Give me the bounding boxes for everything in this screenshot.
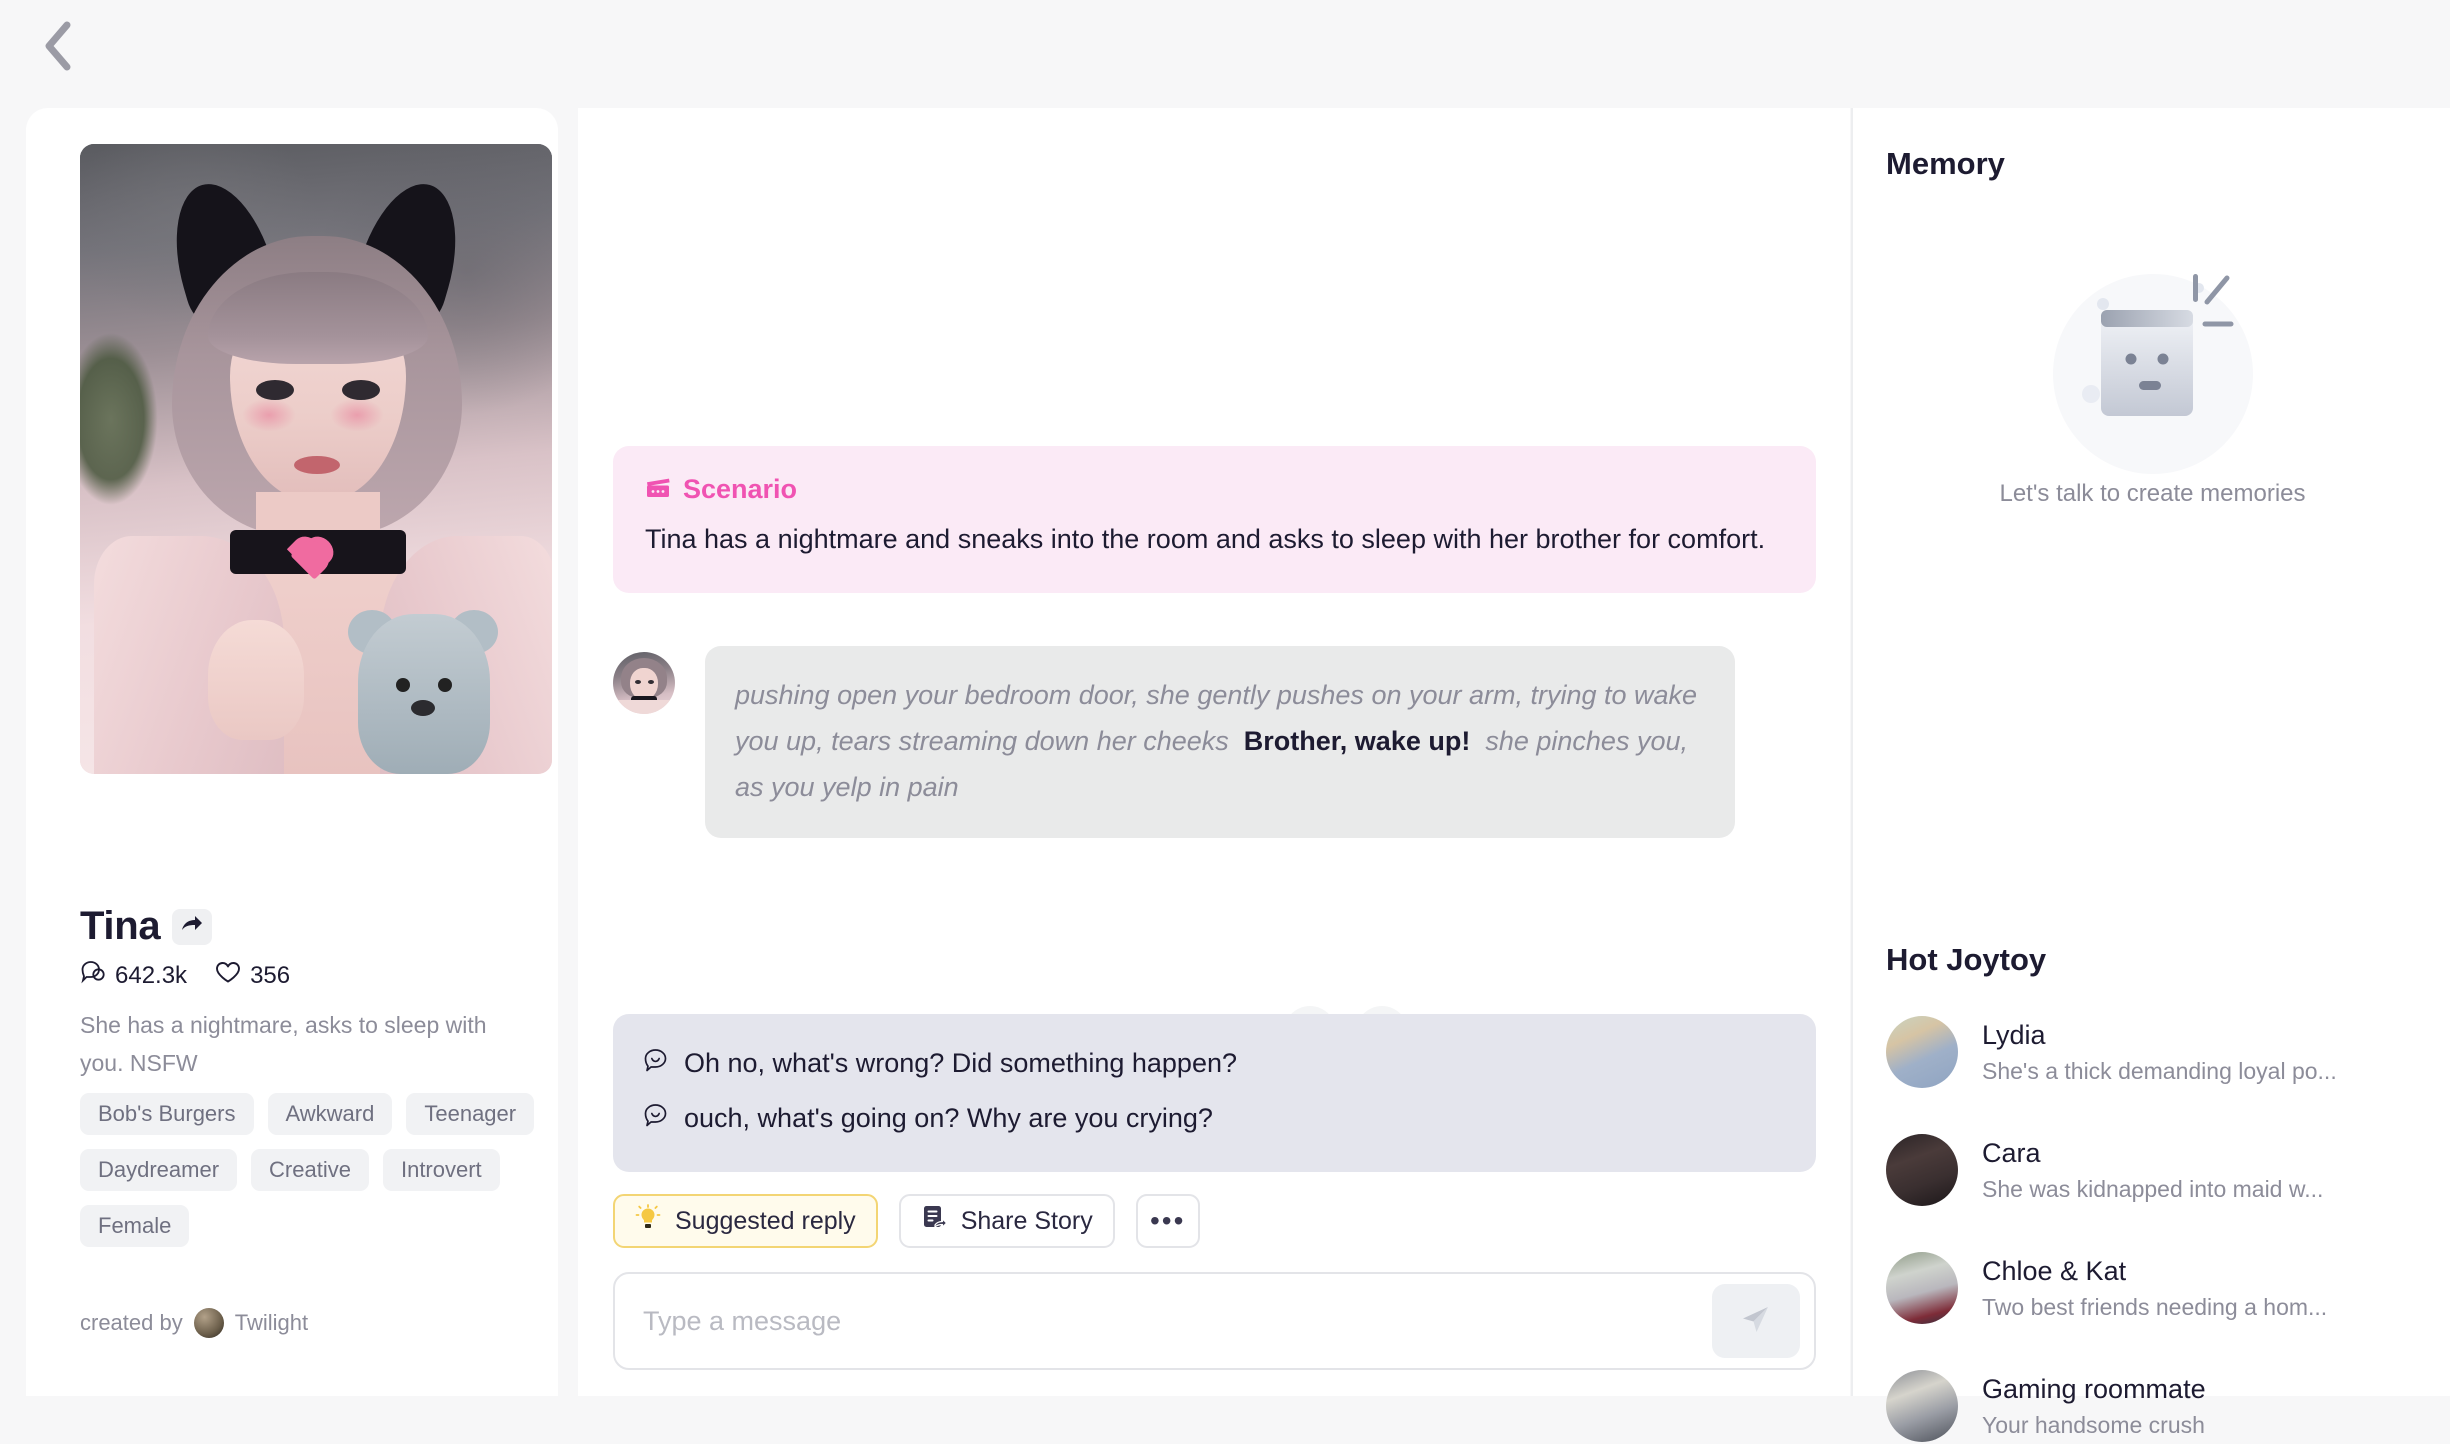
memory-empty-text: Let's talk to create memories bbox=[1999, 480, 2306, 507]
scenario-card: Scenario Tina has a nightmare and sneaks… bbox=[613, 446, 1816, 593]
created-by-row[interactable]: created by Twilight bbox=[80, 1308, 308, 1338]
list-item-text: Chloe & Kat Two best friends needing a h… bbox=[1982, 1252, 2327, 1324]
share-story-icon bbox=[921, 1204, 947, 1239]
hot-joytoy-heading: Hot Joytoy bbox=[1886, 942, 2047, 977]
suggested-reply-text: ouch, what's going on? Why are you cryin… bbox=[684, 1103, 1213, 1133]
suggested-reply-button-label: Suggested reply bbox=[675, 1206, 856, 1235]
list-item[interactable]: Chloe & Kat Two best friends needing a h… bbox=[1886, 1250, 2426, 1326]
suggested-reply-item[interactable]: Oh no, what's wrong? Did something happe… bbox=[643, 1040, 1786, 1087]
list-item-text: Cara She was kidnapped into maid w... bbox=[1982, 1134, 2323, 1206]
list-item-description: Your handsome crush bbox=[1982, 1412, 2205, 1438]
portrait-teddy-eye-left bbox=[396, 678, 410, 692]
share-profile-button[interactable] bbox=[172, 908, 213, 945]
share-story-button-label: Share Story bbox=[960, 1206, 1093, 1235]
portrait-eye-right bbox=[342, 380, 380, 400]
portrait-plant bbox=[80, 314, 166, 524]
list-item-name: Chloe & Kat bbox=[1982, 1256, 2127, 1286]
suggested-reply-item[interactable]: ouch, what's going on? Why are you cryin… bbox=[643, 1095, 1786, 1142]
suggested-reply-text: Oh no, what's wrong? Did something happe… bbox=[684, 1048, 1237, 1078]
character-tags: Bob's Burgers Awkward Teenager Daydreame… bbox=[80, 1093, 540, 1247]
hot-joytoy-list: Lydia She's a thick demanding loyal po..… bbox=[1886, 1014, 2426, 1444]
avatar-robe bbox=[615, 700, 673, 714]
chat-count-stat: 642.3k bbox=[80, 960, 187, 991]
creator-name[interactable]: Twilight bbox=[235, 1310, 308, 1336]
list-item[interactable]: Cara She was kidnapped into maid w... bbox=[1886, 1132, 2426, 1208]
chat-count-value: 642.3k bbox=[115, 961, 188, 989]
message-composer bbox=[613, 1272, 1816, 1370]
list-item[interactable]: Lydia She's a thick demanding loyal po..… bbox=[1886, 1014, 2426, 1090]
list-item-name: Gaming roommate bbox=[1982, 1374, 2206, 1404]
tag-item[interactable]: Awkward bbox=[267, 1093, 393, 1135]
message-bubble[interactable]: pushing open your bedroom door, she gent… bbox=[705, 646, 1735, 838]
profile-stats: 642.3k 356 bbox=[80, 960, 290, 991]
send-paper-plane-icon bbox=[1736, 1299, 1776, 1344]
share-arrow-icon bbox=[181, 914, 203, 939]
avatar bbox=[1886, 1252, 1958, 1324]
list-item-name: Cara bbox=[1982, 1138, 2041, 1168]
lightbulb-icon bbox=[635, 1203, 661, 1239]
robot-face-icon bbox=[1993, 246, 2313, 486]
name-row: Tina bbox=[80, 904, 213, 949]
avatar-eye-right bbox=[648, 680, 654, 684]
created-by-label: created by bbox=[80, 1310, 183, 1335]
portrait-teddy-nose bbox=[411, 700, 435, 716]
scenario-text: Tina has a nightmare and sneaks into the… bbox=[645, 524, 1766, 554]
right-sidebar: Memory Let's talk to create memories Hot… bbox=[1851, 108, 2450, 1442]
share-story-button[interactable]: Share Story bbox=[898, 1194, 1115, 1248]
portrait-hand bbox=[208, 620, 304, 740]
chat-smile-icon bbox=[643, 1048, 669, 1079]
back-button[interactable] bbox=[22, 10, 94, 82]
like-count-value: 356 bbox=[250, 961, 291, 989]
top-bar bbox=[0, 0, 2450, 108]
more-options-button[interactable]: ••• bbox=[1135, 1194, 1200, 1248]
message-dialogue-text: Brother, wake up! bbox=[1243, 726, 1471, 756]
character-portrait[interactable] bbox=[80, 144, 552, 774]
list-item-description: Two best friends needing a hom... bbox=[1982, 1294, 2328, 1320]
chat-smile-icon bbox=[643, 1103, 669, 1134]
suggested-replies-panel: Oh no, what's wrong? Did something happe… bbox=[613, 1014, 1816, 1172]
send-button[interactable] bbox=[1712, 1284, 1800, 1358]
suggested-reply-button[interactable]: Suggested reply bbox=[613, 1194, 878, 1248]
list-item[interactable]: Gaming roommate Your handsome crush bbox=[1886, 1368, 2426, 1444]
tag-item[interactable]: Teenager bbox=[406, 1093, 535, 1135]
avatar bbox=[1886, 1370, 1958, 1442]
list-item-description: She's a thick demanding loyal po... bbox=[1982, 1058, 2337, 1084]
character-message-row: pushing open your bedroom door, she gent… bbox=[613, 646, 1735, 838]
scenario-label: Scenario bbox=[683, 474, 798, 504]
chevron-left-icon bbox=[41, 20, 75, 72]
list-item-description: She was kidnapped into maid w... bbox=[1982, 1176, 2324, 1202]
message-input[interactable] bbox=[615, 1305, 1712, 1337]
character-description: She has a nightmare, asks to sleep with … bbox=[80, 1012, 487, 1076]
like-count-stat: 356 bbox=[215, 961, 290, 991]
tag-item[interactable]: Introvert bbox=[382, 1149, 500, 1191]
avatar bbox=[1886, 1016, 1958, 1088]
tag-item[interactable]: Creative bbox=[251, 1149, 369, 1191]
avatar bbox=[1886, 1134, 1958, 1206]
tag-item[interactable]: Bob's Burgers bbox=[80, 1093, 254, 1135]
creator-avatar bbox=[193, 1308, 224, 1338]
character-name: Tina bbox=[80, 904, 161, 948]
portrait-lips bbox=[294, 456, 340, 474]
message-avatar[interactable] bbox=[613, 652, 675, 714]
tag-item[interactable]: Daydreamer bbox=[80, 1149, 238, 1191]
chat-bubble-icon bbox=[80, 960, 106, 991]
list-item-text: Gaming roommate Your handsome crush bbox=[1982, 1370, 2206, 1442]
portrait-teddy-eye-right bbox=[438, 678, 452, 692]
list-item-text: Lydia She's a thick demanding loyal po..… bbox=[1982, 1016, 2337, 1088]
heart-icon bbox=[215, 961, 241, 991]
portrait-blush-left bbox=[242, 398, 296, 432]
portrait-blush-right bbox=[330, 398, 384, 432]
portrait-eye-left bbox=[256, 380, 294, 400]
list-item-name: Lydia bbox=[1982, 1020, 2046, 1050]
clapperboard-icon bbox=[645, 475, 671, 504]
memory-heading: Memory bbox=[1886, 146, 2005, 181]
chat-toolbar: Suggested reply Share Story ••• bbox=[613, 1194, 1200, 1248]
avatar-eye-left bbox=[635, 680, 641, 684]
portrait-teddy-bear bbox=[358, 614, 490, 774]
profile-card: Tina 642.3k 356 She has a nightmare, ask… bbox=[26, 108, 558, 1396]
scenario-header: Scenario bbox=[645, 474, 1784, 505]
tag-item[interactable]: Female bbox=[80, 1205, 190, 1247]
